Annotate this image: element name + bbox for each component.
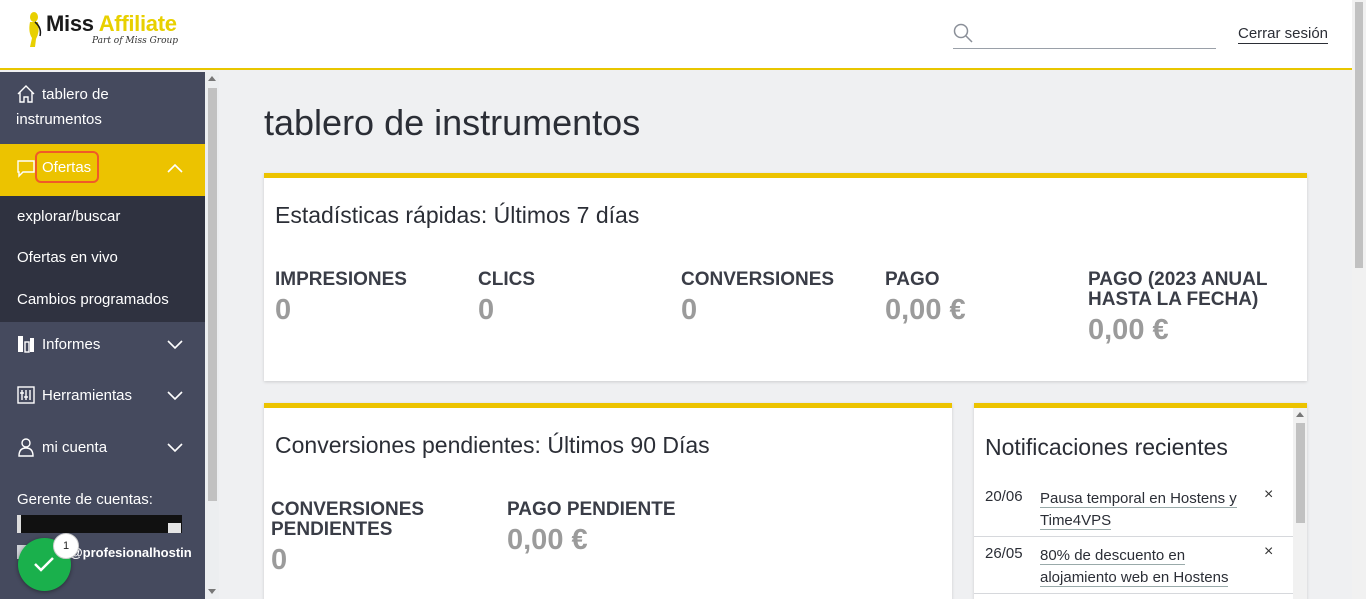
page-scrollbar[interactable] xyxy=(1352,0,1366,599)
submenu-item-explore[interactable]: explorar/buscar xyxy=(17,208,120,225)
search-icon[interactable] xyxy=(953,23,973,43)
scroll-up-arrow-icon[interactable] xyxy=(208,76,216,81)
notification-item: 20/06 Pausa temporal en Hostens y Time4V… xyxy=(974,480,1293,537)
page-title: tablero de instrumentos xyxy=(264,102,641,143)
sidebar-scrollbar[interactable] xyxy=(205,72,219,599)
quick-stats-title: Estadísticas rápidas: Últimos 7 días xyxy=(275,202,640,228)
home-icon xyxy=(17,85,35,103)
stat-label-impressions: IMPRESIONES xyxy=(275,269,407,290)
sidebar-item-label: mi cuenta xyxy=(42,439,108,456)
search-box xyxy=(953,22,1216,49)
notification-item: 26/05 80% de descuento en alojamiento we… xyxy=(974,537,1293,594)
logo-title: Miss Affiliate xyxy=(46,11,177,36)
search-input[interactable] xyxy=(981,22,1211,46)
speech-bubble-icon xyxy=(17,160,35,178)
sidebar-item-label: Informes xyxy=(42,336,101,353)
scroll-down-arrow-icon[interactable] xyxy=(208,589,216,594)
sidebar-item-tools[interactable]: Herramientas xyxy=(0,373,205,423)
notification-date: 26/05 xyxy=(985,545,1023,562)
logo-figure-icon xyxy=(29,12,42,47)
sidebar-item-label: tablero de xyxy=(42,86,109,103)
account-manager-image xyxy=(17,515,182,533)
notification-date: 20/06 xyxy=(985,488,1023,505)
check-icon xyxy=(34,557,54,572)
chevron-down-icon[interactable] xyxy=(167,443,183,453)
account-manager-email[interactable]: @profesionalhostin xyxy=(70,545,192,560)
stat-value-impressions: 0 xyxy=(275,294,292,326)
sidebar-item-dashboard[interactable]: tablero de instrumentos xyxy=(0,72,205,144)
tools-icon xyxy=(17,386,35,404)
notifications-title: Notificaciones recientes xyxy=(985,434,1228,460)
pending-conversions-card: Conversiones pendientes: Últimos 90 Días… xyxy=(264,403,952,599)
sidebar-scrollbar-thumb[interactable] xyxy=(208,88,217,501)
recent-notifications-card: Notificaciones recientes 20/06 Pausa tem… xyxy=(974,403,1307,599)
notifications-scrollbar[interactable] xyxy=(1293,408,1307,599)
sidebar-item-label: Herramientas xyxy=(42,387,133,404)
submenu-item-scheduled-changes[interactable]: Cambios programados xyxy=(17,291,169,308)
logo-subtitle: Part of Miss Group xyxy=(92,36,179,46)
sidebar-item-label: Ofertas xyxy=(42,159,92,176)
sidebar-item-reports[interactable]: Informes xyxy=(0,322,205,372)
stat-value-payout: 0,00 € xyxy=(885,294,966,326)
sidebar-item-offers[interactable]: Ofertas xyxy=(0,144,205,196)
close-icon[interactable]: × xyxy=(1264,486,1273,504)
sidebar: tablero de instrumentos Ofertas explorar… xyxy=(0,72,205,599)
stat-value-pending-payout: 0,00 € xyxy=(507,524,588,556)
stat-label-pending-conversions: CONVERSIONES PENDIENTES xyxy=(271,499,425,540)
miss-affiliate-logo[interactable]: Miss Affiliate Part of Miss Group xyxy=(26,10,196,54)
notification-count-badge: 1 xyxy=(53,533,79,559)
submenu-item-live-offers[interactable]: Ofertas en vivo xyxy=(17,249,118,266)
chevron-down-icon[interactable] xyxy=(167,340,183,350)
stat-label-clicks: CLICS xyxy=(478,269,535,290)
stat-value-conversions: 0 xyxy=(681,294,698,326)
account-manager-label: Gerente de cuentas: xyxy=(17,491,153,508)
stat-label-payout-ytd: PAGO (2023 ANUAL HASTA LA FECHA) xyxy=(1088,269,1268,310)
close-icon[interactable]: × xyxy=(1264,543,1273,561)
quick-stats-card: Estadísticas rápidas: Últimos 7 días IMP… xyxy=(264,173,1307,381)
stat-label-pending-payout: PAGO PENDIENTE xyxy=(507,499,676,520)
stat-value-clicks: 0 xyxy=(478,294,495,326)
logout-link[interactable]: Cerrar sesión xyxy=(1238,25,1329,44)
top-header: Miss Affiliate Part of Miss Group Cerrar… xyxy=(0,0,1352,70)
scroll-up-arrow-icon[interactable] xyxy=(1296,412,1304,417)
stat-value-pending-conversions: 0 xyxy=(271,544,288,576)
stat-label-payout: PAGO xyxy=(885,269,940,290)
sidebar-item-account[interactable]: mi cuenta xyxy=(0,425,205,475)
user-icon xyxy=(18,438,34,457)
page-scrollbar-thumb[interactable] xyxy=(1355,2,1363,268)
bar-chart-icon xyxy=(18,336,34,353)
scroll-down-arrow-icon[interactable] xyxy=(168,523,181,533)
offers-submenu: explorar/buscar Ofertas en vivo Cambios … xyxy=(0,196,205,322)
pending-conversions-title: Conversiones pendientes: Últimos 90 Días xyxy=(275,432,710,458)
notification-link[interactable]: Pausa temporal en Hostens y Time4VPS xyxy=(1040,488,1245,532)
stat-label-conversions: CONVERSIONES xyxy=(681,269,835,290)
sidebar-item-label: instrumentos xyxy=(16,111,102,128)
stat-value-payout-ytd: 0,00 € xyxy=(1088,314,1169,346)
notifications-scrollbar-thumb[interactable] xyxy=(1296,423,1305,523)
chevron-up-icon[interactable] xyxy=(167,163,183,173)
notification-link[interactable]: 80% de descuento en alojamiento web en H… xyxy=(1040,545,1245,589)
chevron-down-icon[interactable] xyxy=(167,391,183,401)
